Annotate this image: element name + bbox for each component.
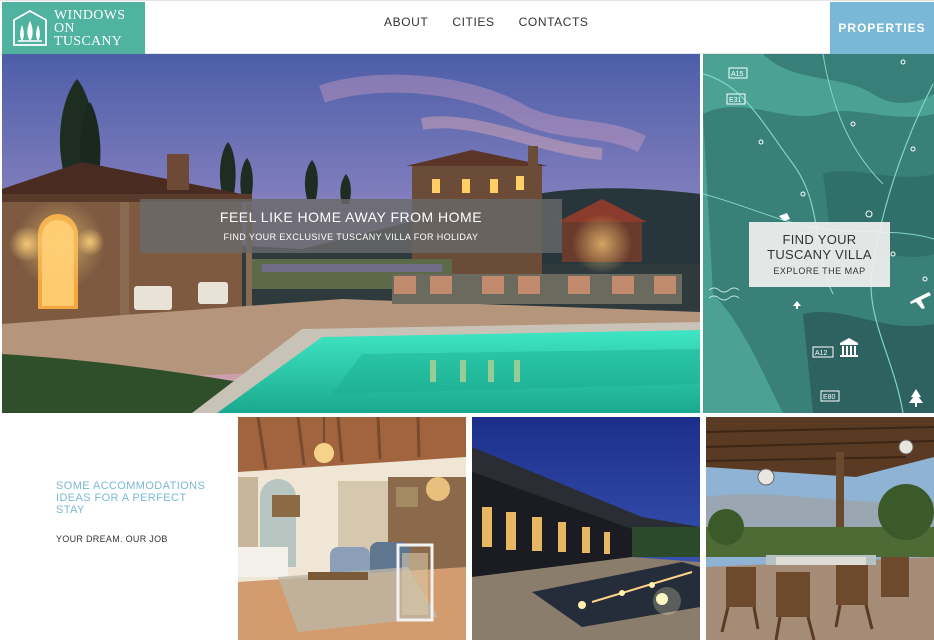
map-panel[interactable]: A15 E31 A12 E80 FIND YOUR TUSCANY VILLA … xyxy=(703,54,934,413)
intro-title: SOME ACCOMMODATIONS IDEAS FOR A PERFECT … xyxy=(56,480,206,516)
intro-block: SOME ACCOMMODATIONS IDEAS FOR A PERFECT … xyxy=(2,414,236,642)
map-card[interactable]: FIND YOUR TUSCANY VILLA EXPLORE THE MAP xyxy=(749,222,890,287)
living-room-photo xyxy=(238,417,466,640)
patio-tile[interactable] xyxy=(706,417,934,640)
svg-text:A15: A15 xyxy=(731,71,744,78)
logo[interactable]: WINDOWS ON TUSCANY xyxy=(2,2,145,54)
patio-photo xyxy=(706,417,934,640)
map-title: FIND YOUR TUSCANY VILLA xyxy=(749,232,890,262)
nav-contacts[interactable]: CONTACTS xyxy=(519,15,589,29)
living-room-tile[interactable] xyxy=(238,417,466,640)
cypress-trees-icon xyxy=(12,9,48,46)
main-nav: ABOUT CITIES CONTACTS xyxy=(384,15,589,29)
explore-map-link[interactable]: EXPLORE THE MAP xyxy=(749,266,890,276)
nav-cities[interactable]: CITIES xyxy=(452,15,494,29)
properties-button[interactable]: PROPERTIES xyxy=(830,2,934,54)
svg-text:E80: E80 xyxy=(823,394,836,401)
hero-caption: FEEL LIKE HOME AWAY FROM HOME FIND YOUR … xyxy=(140,199,562,253)
hero-subtitle: FIND YOUR EXCLUSIVE TUSCANY VILLA FOR HO… xyxy=(223,232,479,242)
nav-about[interactable]: ABOUT xyxy=(384,15,428,29)
hero-title: FEEL LIKE HOME AWAY FROM HOME xyxy=(219,209,483,225)
map-title-line-2: TUSCANY VILLA xyxy=(767,247,872,262)
svg-text:A12: A12 xyxy=(815,350,828,357)
intro-tagline: YOUR DREAM. OUR JOB xyxy=(56,534,168,544)
logo-text: WINDOWS ON TUSCANY xyxy=(54,7,145,49)
site-header: WINDOWS ON TUSCANY ABOUT CITIES CONTACTS… xyxy=(0,0,934,54)
logo-line-1: WINDOWS xyxy=(54,7,126,23)
svg-text:E31: E31 xyxy=(729,97,742,104)
night-terrace-photo xyxy=(472,417,700,640)
night-terrace-tile[interactable] xyxy=(472,417,700,640)
hero-banner[interactable]: FEEL LIKE HOME AWAY FROM HOME FIND YOUR … xyxy=(2,54,700,413)
map-title-line-1: FIND YOUR xyxy=(782,232,857,247)
logo-line-2: ON TUSCANY xyxy=(54,20,123,49)
